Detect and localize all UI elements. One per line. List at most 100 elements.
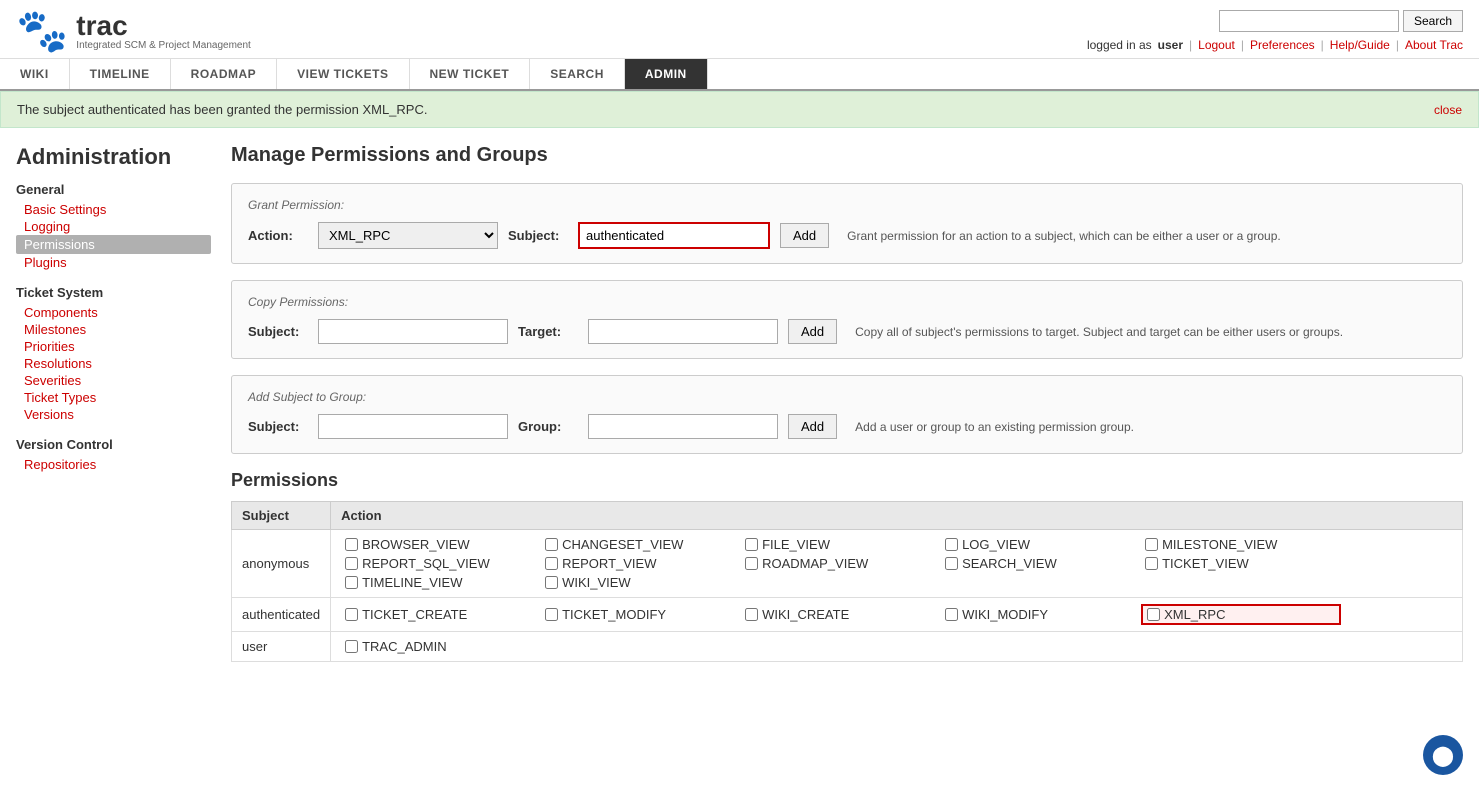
col-action: Action xyxy=(331,502,1463,530)
action-item: WIKI_CREATE xyxy=(741,604,941,625)
scroll-indicator: ⬤ xyxy=(1423,735,1463,775)
nav-item-search[interactable]: SEARCH xyxy=(530,59,625,89)
action-item: TICKET_VIEW xyxy=(1141,555,1341,572)
sidebar-item-components[interactable]: Components xyxy=(16,304,211,321)
action-label: TICKET_VIEW xyxy=(1162,556,1249,571)
action-checkbox-timeline_view[interactable] xyxy=(345,576,358,589)
action-checkbox-roadmap_view[interactable] xyxy=(745,557,758,570)
action-checkbox-wiki_create[interactable] xyxy=(745,608,758,621)
sidebar-group: General Basic SettingsLoggingPermissionsP… xyxy=(16,182,211,271)
user-nav: logged in as user | Logout | Preferences… xyxy=(1087,38,1463,52)
nav-item-wiki[interactable]: WIKI xyxy=(0,59,70,89)
action-checkbox-report_view[interactable] xyxy=(545,557,558,570)
action-checkbox-changeset_view[interactable] xyxy=(545,538,558,551)
nav-item-roadmap[interactable]: ROADMAP xyxy=(171,59,278,89)
subject-cell: anonymous xyxy=(232,530,331,598)
action-checkbox-ticket_modify[interactable] xyxy=(545,608,558,621)
sidebar-item-logging[interactable]: Logging xyxy=(16,218,211,235)
grant-legend: Grant Permission: xyxy=(248,198,1446,212)
logout-link[interactable]: Logout xyxy=(1198,38,1235,52)
nav-item-view-tickets[interactable]: VIEW TICKETS xyxy=(277,59,409,89)
action-label: ROADMAP_VIEW xyxy=(762,556,868,571)
group-hint: Add a user or group to an existing permi… xyxy=(855,420,1134,434)
action-label: BROWSER_VIEW xyxy=(362,537,470,552)
action-checkbox-browser_view[interactable] xyxy=(345,538,358,551)
action-checkbox-report_sql_view[interactable] xyxy=(345,557,358,570)
sidebar-item-plugins[interactable]: Plugins xyxy=(16,254,211,271)
sidebar-group-title: General xyxy=(16,182,211,197)
copy-subject-input[interactable] xyxy=(318,319,508,344)
sidebar-item-versions[interactable]: Versions xyxy=(16,406,211,423)
action-item: TICKET_CREATE xyxy=(341,604,541,625)
action-item: REPORT_SQL_VIEW xyxy=(341,555,541,572)
permissions-table: Subject Action anonymous BROWSER_VIEW CHAN… xyxy=(231,501,1463,662)
group-group-label: Group: xyxy=(518,419,578,434)
nav-item-admin[interactable]: ADMIN xyxy=(625,59,708,89)
add-subject-section: Add Subject to Group: Subject: Group: Ad… xyxy=(231,375,1463,454)
action-checkbox-ticket_create[interactable] xyxy=(345,608,358,621)
group-add-button[interactable]: Add xyxy=(788,414,837,439)
search-button[interactable]: Search xyxy=(1403,10,1463,32)
sidebar-item-repositories[interactable]: Repositories xyxy=(16,456,211,473)
action-label: WIKI_VIEW xyxy=(562,575,631,590)
flash-close[interactable]: close xyxy=(1434,103,1462,117)
copy-legend: Copy Permissions: xyxy=(248,295,1446,309)
action-checkbox-milestone_view[interactable] xyxy=(1145,538,1158,551)
action-checkbox-ticket_view[interactable] xyxy=(1145,557,1158,570)
sidebar-item-resolutions[interactable]: Resolutions xyxy=(16,355,211,372)
brand-name: trac xyxy=(76,12,251,40)
action-item: SEARCH_VIEW xyxy=(941,555,1141,572)
table-row: anonymousBROWSER_VIEWCHANGESET_VIEWFILE_… xyxy=(232,530,1463,598)
sidebar-item-milestones[interactable]: Milestones xyxy=(16,321,211,338)
copy-hint: Copy all of subject's permissions to tar… xyxy=(855,325,1343,339)
action-checkbox-file_view[interactable] xyxy=(745,538,758,551)
action-checkbox-xml_rpc[interactable] xyxy=(1147,608,1160,621)
action-item: LOG_VIEW xyxy=(941,536,1141,553)
action-label: TRAC_ADMIN xyxy=(362,639,447,654)
copy-target-input[interactable] xyxy=(588,319,778,344)
grant-subject-input[interactable] xyxy=(578,222,770,249)
group-subject-input[interactable] xyxy=(318,414,508,439)
grant-action-select[interactable]: BROWSER_VIEWCHANGESET_VIEWFILE_VIEWLOG_V… xyxy=(318,222,498,249)
action-label: CHANGESET_VIEW xyxy=(562,537,683,552)
sidebar-group: Version Control Repositories xyxy=(16,437,211,473)
group-group-input[interactable] xyxy=(588,414,778,439)
sidebar-item-permissions[interactable]: Permissions xyxy=(16,235,211,254)
flash-text: The subject authenticated has been grant… xyxy=(17,102,427,117)
brand-sub: Integrated SCM & Project Management xyxy=(76,40,251,51)
header-right: Search logged in as user | Logout | Pref… xyxy=(1087,10,1463,52)
action-item: WIKI_MODIFY xyxy=(941,604,1141,625)
sidebar-group: Ticket SystemComponentsMilestonesPriorit… xyxy=(16,285,211,423)
col-subject: Subject xyxy=(232,502,331,530)
sidebar-item-basic-settings[interactable]: Basic Settings xyxy=(16,201,211,218)
action-checkbox-log_view[interactable] xyxy=(945,538,958,551)
sidebar-item-ticket-types[interactable]: Ticket Types xyxy=(16,389,211,406)
grant-hint: Grant permission for an action to a subj… xyxy=(847,229,1281,243)
grant-action-label: Action: xyxy=(248,228,308,243)
sidebar-group-title: Version Control xyxy=(16,437,211,452)
nav-item-timeline[interactable]: TIMELINE xyxy=(70,59,171,89)
permissions-section: Permissions Subject Action anonymousBROW… xyxy=(231,470,1463,662)
copy-add-button[interactable]: Add xyxy=(788,319,837,344)
sidebar-item-severities[interactable]: Severities xyxy=(16,372,211,389)
help-link[interactable]: Help/Guide xyxy=(1330,38,1390,52)
sidebar: Administration GeneralBasic SettingsLogg… xyxy=(16,144,211,662)
group-subject-label: Subject: xyxy=(248,419,308,434)
grant-add-button[interactable]: Add xyxy=(780,223,829,248)
action-checkbox-wiki_modify[interactable] xyxy=(945,608,958,621)
action-item: ROADMAP_VIEW xyxy=(741,555,941,572)
action-checkbox-search_view[interactable] xyxy=(945,557,958,570)
action-label: REPORT_VIEW xyxy=(562,556,656,571)
subject-cell: user xyxy=(232,632,331,662)
copy-target-label: Target: xyxy=(518,324,578,339)
nav-item-new-ticket[interactable]: NEW TICKET xyxy=(410,59,531,89)
action-item: BROWSER_VIEW xyxy=(341,536,541,553)
action-checkbox-trac_admin[interactable] xyxy=(345,640,358,653)
table-row: authenticatedTICKET_CREATETICKET_MODIFYW… xyxy=(232,598,1463,632)
about-link[interactable]: About Trac xyxy=(1405,38,1463,52)
grant-permission-section: Grant Permission: Action: BROWSER_VIEWCH… xyxy=(231,183,1463,264)
preferences-link[interactable]: Preferences xyxy=(1250,38,1315,52)
action-checkbox-wiki_view[interactable] xyxy=(545,576,558,589)
search-input[interactable] xyxy=(1219,10,1399,32)
sidebar-item-priorities[interactable]: Priorities xyxy=(16,338,211,355)
